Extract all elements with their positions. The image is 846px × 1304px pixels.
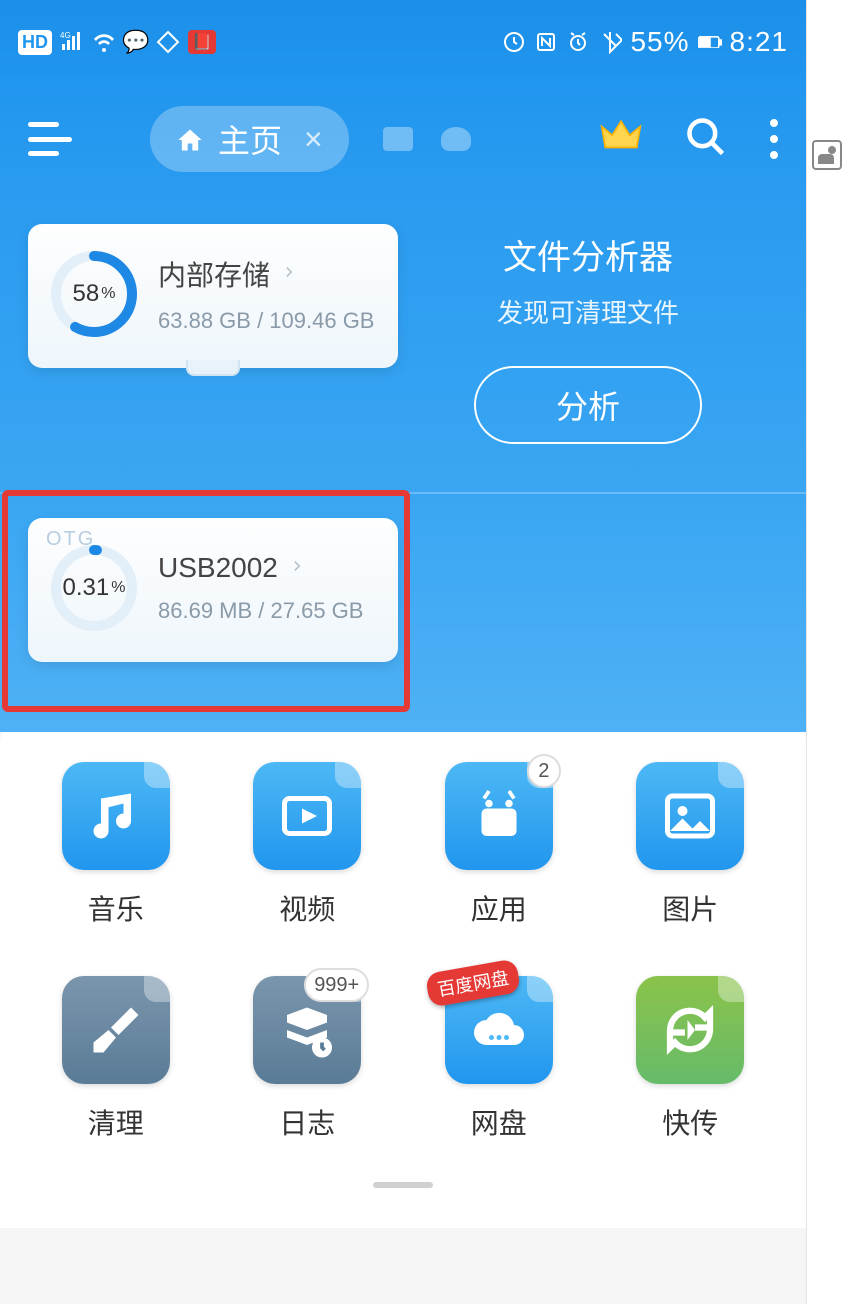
category-image[interactable]: 图片 <box>605 762 777 928</box>
crown-icon[interactable] <box>600 116 642 163</box>
category-log[interactable]: 999+ 日志 <box>222 976 394 1142</box>
alarm-icon <box>566 30 590 54</box>
chevron-right-icon <box>280 263 298 286</box>
category-label: 视频 <box>279 888 335 928</box>
category-video[interactable]: 视频 <box>222 762 394 928</box>
internal-usage-ring: 58% <box>48 248 140 340</box>
image-icon <box>636 762 744 870</box>
clock: 8:21 <box>730 26 789 58</box>
wifi-icon <box>92 30 116 54</box>
app-icon: 2 <box>445 762 553 870</box>
sync-icon <box>502 30 526 54</box>
search-button[interactable] <box>684 115 728 164</box>
usb-usage: 86.69 MB / 27.65 GB <box>158 598 378 624</box>
tab-home[interactable]: 主页 × <box>150 106 349 172</box>
badge: 2 <box>527 754 561 788</box>
category-cloud[interactable]: 百度网盘 网盘 <box>413 976 585 1142</box>
edge-strip <box>806 0 846 1304</box>
analyzer-subtitle: 发现可清理文件 <box>497 293 679 330</box>
home-icon <box>176 126 204 152</box>
hd-badge: HD <box>18 30 52 55</box>
section-divider <box>0 492 806 494</box>
chevron-right-icon <box>288 557 306 580</box>
tag-icon <box>156 30 180 54</box>
book-icon: 📕 <box>188 30 216 54</box>
close-icon[interactable]: × <box>304 121 323 158</box>
transfer-icon <box>636 976 744 1084</box>
badge: 999+ <box>304 968 369 1002</box>
category-label: 音乐 <box>88 888 144 928</box>
cloud-icon: 百度网盘 <box>445 976 553 1084</box>
video-icon <box>253 762 361 870</box>
broom-icon <box>62 976 170 1084</box>
gallery-icon[interactable] <box>812 140 842 170</box>
menu-button[interactable] <box>28 122 72 156</box>
status-bar: HD 4G 💬 📕 55% 8:21 <box>0 0 806 84</box>
usb-usage-ring: 0.31% <box>48 542 140 634</box>
category-label: 图片 <box>662 888 718 928</box>
cloud-faded-icon[interactable] <box>441 127 471 151</box>
category-label: 快传 <box>662 1102 718 1142</box>
signal-icon: 4G <box>60 30 84 54</box>
analyzer-title: 文件分析器 <box>503 230 673 279</box>
nfc-icon <box>534 30 558 54</box>
category-broom[interactable]: 清理 <box>30 976 202 1142</box>
chat-icon: 💬 <box>124 30 148 54</box>
more-button[interactable] <box>770 119 778 159</box>
bluetooth-icon <box>598 30 622 54</box>
analyzer-panel: 文件分析器 发现可清理文件 分析 <box>398 224 778 444</box>
category-transfer[interactable]: 快传 <box>605 976 777 1142</box>
internal-usage: 63.88 GB / 109.46 GB <box>158 308 378 334</box>
battery-text: 55% <box>630 26 689 58</box>
category-music[interactable]: 音乐 <box>30 762 202 928</box>
drag-handle[interactable] <box>373 1182 433 1188</box>
category-label: 应用 <box>471 888 527 928</box>
analyze-button[interactable]: 分析 <box>474 366 702 444</box>
internal-storage-card[interactable]: 58% 内部存储 63.88 GB / 109.46 GB <box>28 224 398 368</box>
category-label: 清理 <box>88 1102 144 1142</box>
log-icon: 999+ <box>253 976 361 1084</box>
category-section: 音乐 视频 2 应用 图片 清理 999+ 日志 <box>0 722 806 1228</box>
storage-section: 58% 内部存储 63.88 GB / 109.46 GB 文件分析器 发现可清… <box>0 194 806 732</box>
app-header: 主页 × <box>0 84 806 194</box>
usb-storage-card[interactable]: OTG 0.31% USB2002 86.69 MB / 27.65 GB <box>28 518 398 662</box>
internal-title: 内部存储 <box>158 254 270 294</box>
category-label: 日志 <box>279 1102 335 1142</box>
battery-icon <box>698 30 722 54</box>
svg-text:4G: 4G <box>60 31 71 40</box>
category-label: 网盘 <box>471 1102 527 1142</box>
music-icon <box>62 762 170 870</box>
sd-faded-icon[interactable] <box>383 127 413 151</box>
tab-label: 主页 <box>218 116 282 162</box>
usb-title: USB2002 <box>158 552 278 584</box>
category-app[interactable]: 2 应用 <box>413 762 585 928</box>
